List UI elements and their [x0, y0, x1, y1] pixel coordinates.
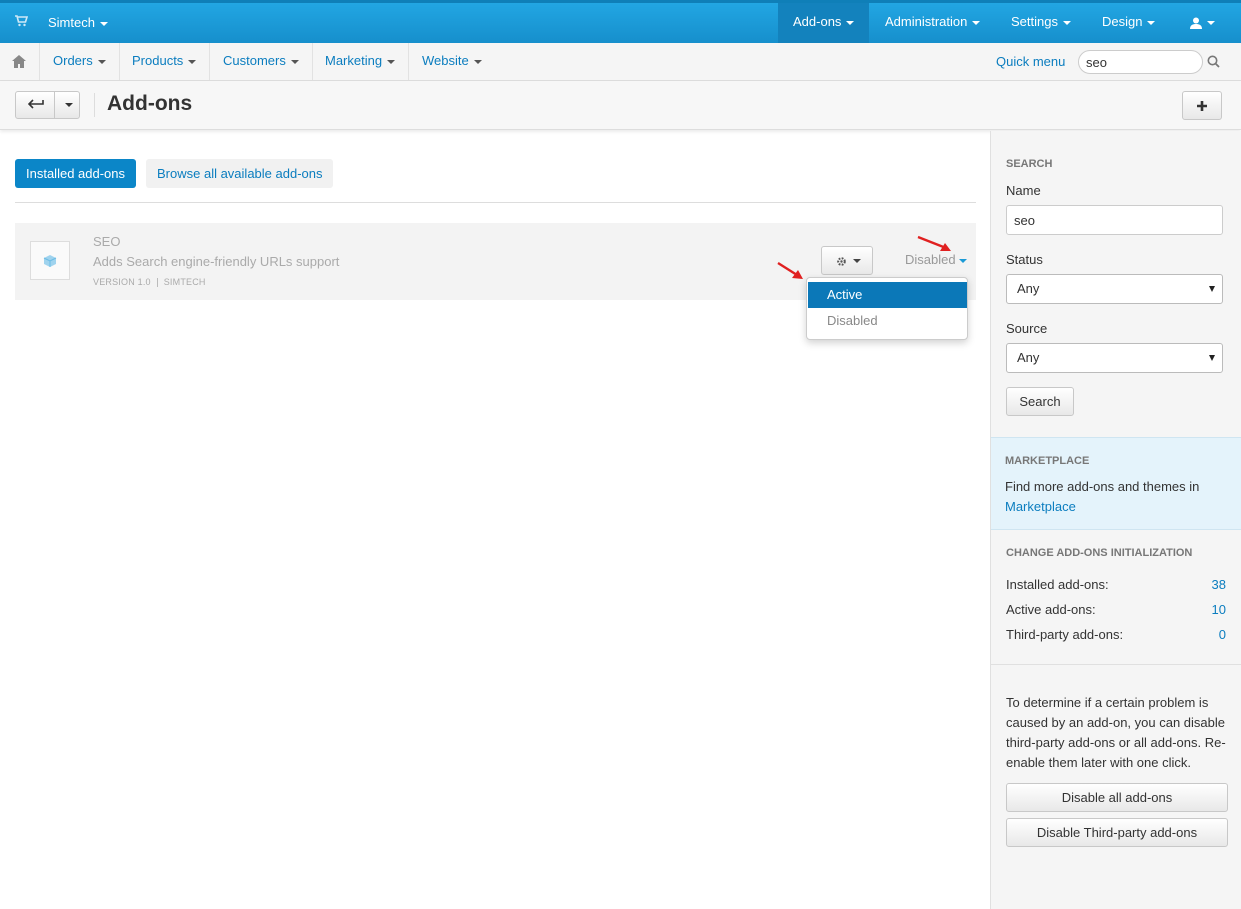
- third-party-count[interactable]: 0: [1219, 627, 1226, 642]
- plus-icon: [1197, 101, 1207, 111]
- init-heading: CHANGE ADD-ONS INITIALIZATION: [1006, 547, 1193, 559]
- active-count[interactable]: 10: [1212, 602, 1226, 617]
- back-arrow-icon: [28, 99, 44, 109]
- add-addon-button[interactable]: [1182, 91, 1222, 120]
- menu-addons[interactable]: Add-ons: [778, 3, 870, 43]
- third-party-count-label: Third-party add-ons:: [1006, 627, 1124, 642]
- back-dropdown-button[interactable]: [54, 91, 80, 119]
- addon-version: VERSION 1.0: [93, 277, 151, 287]
- menu-settings[interactable]: Settings: [996, 3, 1086, 43]
- chevron-down-icon: [1062, 20, 1071, 25]
- marketplace-heading: MARKETPLACE: [1005, 455, 1090, 467]
- meta-separator: [156, 278, 158, 288]
- nav-website[interactable]: Website: [409, 43, 495, 80]
- status-label: Status: [1006, 252, 1043, 267]
- nav-marketing[interactable]: Marketing: [312, 43, 410, 80]
- chevron-down-icon: [65, 103, 73, 107]
- chevron-down-icon: [99, 21, 108, 26]
- chevron-down-icon: [97, 59, 106, 64]
- status-select[interactable]: Any: [1006, 274, 1223, 304]
- chevron-down-icon: [188, 59, 197, 64]
- search-input[interactable]: [1078, 50, 1203, 74]
- addon-settings-button[interactable]: [821, 246, 873, 275]
- status-option-active[interactable]: Active: [808, 282, 967, 308]
- addon-status-toggle[interactable]: Disabled: [905, 252, 967, 267]
- home-button[interactable]: [0, 43, 40, 80]
- user-icon: [1190, 17, 1202, 29]
- chevron-down-icon: [853, 259, 861, 263]
- divider: [991, 664, 1241, 665]
- help-text: To determine if a certain problem is cau…: [1006, 695, 1226, 770]
- divider: [15, 202, 976, 203]
- store-selector[interactable]: Simtech: [48, 15, 108, 30]
- chevron-down-icon: [1209, 355, 1215, 361]
- search-heading: SEARCH: [1006, 158, 1053, 170]
- top-bar: Simtech Add-ons Administration Settings …: [0, 0, 1241, 43]
- search-button[interactable]: Search: [1006, 387, 1074, 416]
- chevron-down-icon: [958, 258, 967, 263]
- gear-icon: [837, 257, 846, 266]
- menu-design[interactable]: Design: [1087, 3, 1170, 43]
- chevron-down-icon: [972, 20, 981, 25]
- title-bar: Add-ons: [0, 81, 1241, 130]
- main-content: Installed add-ons Browse all available a…: [0, 131, 990, 909]
- nav-products[interactable]: Products: [119, 43, 211, 80]
- source-label: Source: [1006, 321, 1048, 336]
- home-icon: [12, 55, 26, 68]
- tab-browse-addons[interactable]: Browse all available add-ons: [146, 159, 334, 188]
- addon-icon: [30, 241, 70, 280]
- addon-vendor: SIMTECH: [163, 277, 206, 287]
- status-dropdown: Active Disabled: [806, 277, 968, 340]
- package-icon: [43, 255, 57, 267]
- chevron-down-icon: [387, 59, 396, 64]
- nav-customers[interactable]: Customers: [210, 43, 313, 80]
- name-label: Name: [1006, 183, 1041, 198]
- source-select[interactable]: Any: [1006, 343, 1223, 373]
- marketplace-link[interactable]: Marketplace: [1005, 499, 1076, 514]
- nav-orders[interactable]: Orders: [40, 43, 120, 80]
- search-icon[interactable]: [1207, 55, 1220, 68]
- annotation-arrow-icon: [917, 235, 951, 251]
- installed-count-label: Installed add-ons:: [1006, 577, 1109, 592]
- tab-installed-addons[interactable]: Installed add-ons: [15, 159, 137, 188]
- marketplace-text: Find more add-ons and themes in: [1005, 479, 1200, 494]
- addon-description: Adds Search engine-friendly URLs support: [93, 254, 340, 269]
- active-count-label: Active add-ons:: [1006, 602, 1096, 617]
- addon-meta: VERSION 1.0 SIMTECH: [93, 277, 206, 288]
- chevron-down-icon: [846, 20, 855, 25]
- page-title: Add-ons: [107, 92, 193, 115]
- marketplace-panel: MARKETPLACE Find more add-ons and themes…: [991, 437, 1241, 530]
- nav-bar: Orders Products Customers Marketing Webs…: [0, 43, 1241, 81]
- chevron-down-icon: [1147, 20, 1156, 25]
- installed-count[interactable]: 38: [1212, 577, 1226, 592]
- status-option-disabled[interactable]: Disabled: [808, 308, 967, 334]
- cart-icon[interactable]: [14, 14, 28, 28]
- chevron-down-icon: [1209, 286, 1215, 292]
- menu-administration[interactable]: Administration: [870, 3, 995, 43]
- quick-menu-link[interactable]: Quick menu: [996, 54, 1065, 69]
- chevron-down-icon: [473, 59, 482, 64]
- annotation-arrow-icon: [777, 261, 803, 279]
- back-button[interactable]: [15, 91, 55, 119]
- sidebar: SEARCH Name Status Any Source Any Search…: [990, 131, 1241, 909]
- addon-name[interactable]: SEO: [93, 234, 120, 249]
- disable-all-addons-button[interactable]: Disable all add-ons: [1006, 783, 1228, 812]
- title-separator: [94, 93, 95, 117]
- chevron-down-icon: [290, 59, 299, 64]
- name-field[interactable]: [1006, 205, 1223, 235]
- disable-third-party-addons-button[interactable]: Disable Third-party add-ons: [1006, 818, 1228, 847]
- chevron-down-icon: [1207, 20, 1215, 25]
- menu-user[interactable]: [1175, 3, 1230, 43]
